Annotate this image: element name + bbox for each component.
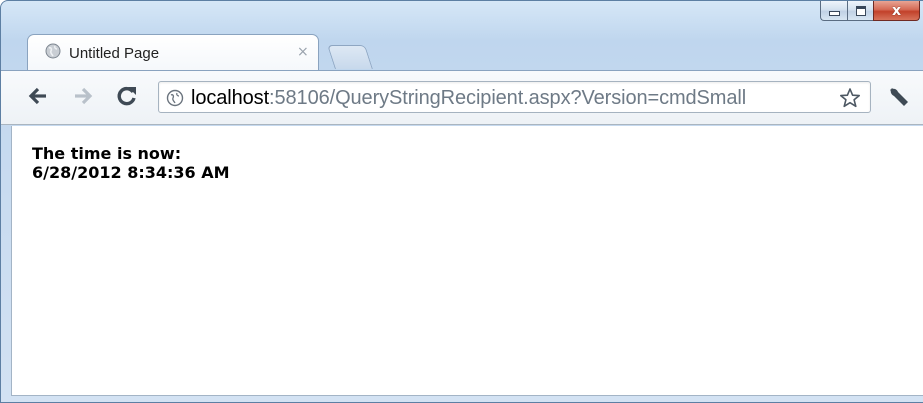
address-bar[interactable]: localhost:58106/QueryStringRecipient.asp… [158, 81, 871, 113]
arrow-left-icon [28, 87, 46, 105]
window-caption-buttons: x [820, 1, 920, 21]
arrow-right-icon [75, 87, 93, 105]
tab-title: Untitled Page [69, 45, 160, 62]
back-button[interactable] [26, 84, 50, 108]
browser-window: x Untitled Page × localhost:58106/QueryS… [0, 0, 923, 403]
close-window-button[interactable]: x [873, 1, 920, 21]
browser-toolbar: localhost:58106/QueryStringRecipient.asp… [1, 70, 923, 125]
url-text: localhost:58106/QueryStringRecipient.asp… [191, 86, 746, 110]
globe-icon [45, 43, 61, 59]
new-tab-button[interactable] [327, 45, 373, 69]
minimize-button[interactable] [820, 1, 847, 21]
bookmark-star-button[interactable] [838, 86, 862, 110]
url-host: localhost [191, 87, 270, 109]
url-path: :58106/QueryStringRecipient.aspx?Version… [269, 87, 747, 109]
wrench-menu-button[interactable] [885, 83, 915, 111]
maximize-icon [855, 5, 866, 16]
time-message: The time is now: 6/28/2012 8:34:36 AM [32, 144, 230, 182]
minimize-icon [828, 11, 840, 16]
globe-icon [166, 89, 184, 107]
reload-button[interactable] [115, 84, 139, 108]
forward-button[interactable] [71, 84, 95, 108]
star-icon [840, 88, 860, 108]
page-content: The time is now: 6/28/2012 8:34:36 AM [11, 126, 923, 396]
wrench-icon [890, 88, 908, 106]
reload-icon [117, 86, 136, 106]
tab-close-icon[interactable]: × [297, 44, 309, 60]
maximize-button[interactable] [847, 1, 873, 21]
time-value: 6/28/2012 8:34:36 AM [32, 163, 230, 182]
time-label: The time is now: [32, 144, 182, 163]
close-icon: x [891, 2, 902, 19]
